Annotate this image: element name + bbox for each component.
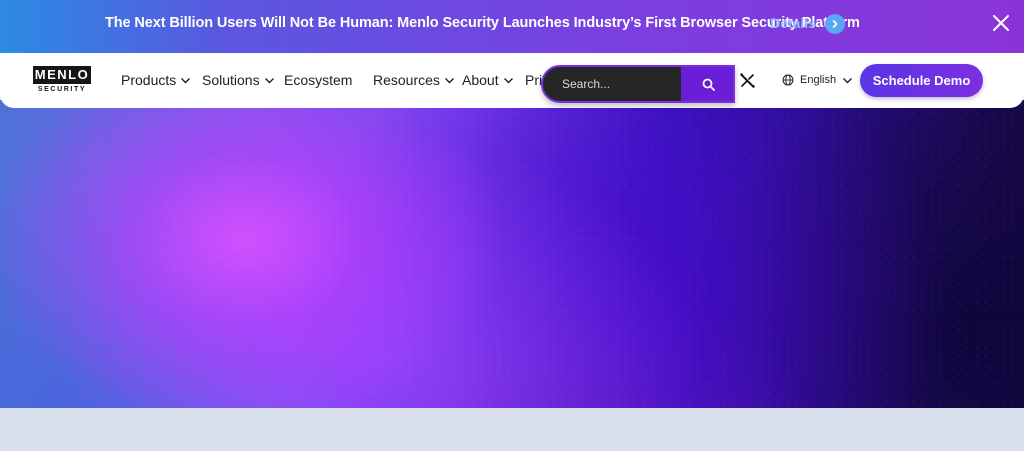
menlo-security-logo[interactable]: MENLO SECURITY <box>33 66 91 96</box>
details-link[interactable]: Details <box>770 15 816 31</box>
hero-gradient-background <box>0 100 1024 408</box>
logo-wordmark: MENLO <box>33 66 91 84</box>
search-input[interactable] <box>543 67 681 101</box>
nav-item-about[interactable]: About <box>462 72 514 88</box>
chevron-down-icon <box>181 77 191 83</box>
nav-item-label: Solutions <box>202 72 260 88</box>
chevron-down-icon <box>503 77 513 83</box>
nav-item-solutions[interactable]: Solutions <box>202 72 275 88</box>
nav-item-label: Resources <box>373 72 440 88</box>
chevron-down-icon <box>444 77 454 83</box>
chevron-right-icon[interactable] <box>825 14 845 34</box>
search-bar <box>541 65 735 103</box>
chevron-down-icon <box>843 77 853 83</box>
nav-item-ecosystem[interactable]: Ecosystem <box>284 72 352 88</box>
nav-item-label: Pri <box>525 72 543 88</box>
site-header: MENLO SECURITY Products Solutions Ecosys… <box>0 53 1024 108</box>
nav-item-pricing[interactable]: Pri <box>525 72 542 88</box>
search-button[interactable] <box>681 67 733 101</box>
nav-item-products[interactable]: Products <box>121 72 191 88</box>
announcement-banner: The Next Billion Users Will Not Be Human… <box>0 0 1024 53</box>
nav-item-label: About <box>462 72 499 88</box>
search-icon <box>702 78 715 91</box>
x-social-icon[interactable] <box>740 73 755 88</box>
chevron-down-icon <box>264 77 274 83</box>
language-selector[interactable]: English <box>782 74 853 86</box>
close-icon[interactable] <box>990 12 1012 34</box>
announcement-text: The Next Billion Users Will Not Be Human… <box>105 15 860 31</box>
globe-icon <box>782 74 794 86</box>
nav-item-resources[interactable]: Resources <box>373 72 455 88</box>
logo-subtitle: SECURITY <box>37 86 87 93</box>
language-label: English <box>800 74 837 86</box>
nav-item-label: Products <box>121 72 177 88</box>
schedule-demo-button[interactable]: Schedule Demo <box>860 64 983 97</box>
nav-item-label: Ecosystem <box>284 72 353 88</box>
